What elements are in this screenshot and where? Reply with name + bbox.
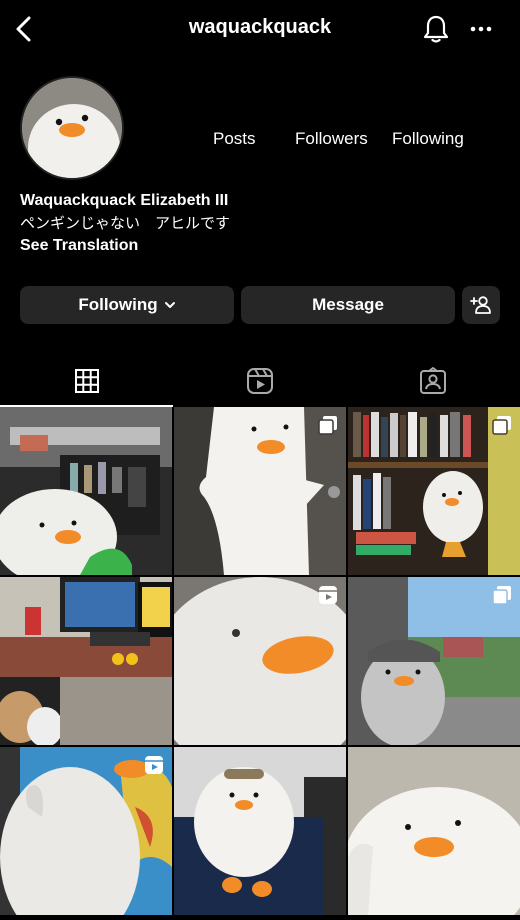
- post-image: [0, 407, 172, 575]
- suggested-users-button[interactable]: [462, 286, 500, 324]
- profile-bio: Waquackquack Elizabeth III ペンギンじゃない アヒルで…: [20, 190, 500, 257]
- tab-tagged[interactable]: [346, 356, 519, 406]
- post-image: [0, 577, 172, 745]
- grid-icon: [74, 369, 99, 393]
- post-thumbnail[interactable]: [0, 747, 172, 915]
- message-button-label: Message: [312, 295, 384, 314]
- tab-reels[interactable]: [173, 356, 346, 406]
- posts-grid: [0, 407, 520, 915]
- bio-text: ペンギンじゃない アヒルです: [20, 214, 231, 232]
- top-bar: waquackquack: [0, 0, 520, 58]
- more-options-icon[interactable]: [468, 18, 494, 40]
- reels-icon: [246, 368, 273, 394]
- post-thumbnail[interactable]: [174, 747, 346, 915]
- post-thumbnail[interactable]: [348, 407, 520, 575]
- following-button-label: Following: [78, 295, 158, 314]
- reel-icon: [145, 756, 163, 774]
- post-thumbnail[interactable]: [348, 747, 520, 915]
- post-thumbnail[interactable]: [174, 577, 346, 745]
- following-stat-label[interactable]: Following: [392, 129, 464, 149]
- followers-stat-label[interactable]: Followers: [295, 129, 368, 149]
- bell-icon[interactable]: [421, 14, 451, 44]
- tab-posts-grid[interactable]: [0, 356, 173, 406]
- carousel-icon: [492, 416, 511, 435]
- post-thumbnail[interactable]: [348, 577, 520, 745]
- following-button[interactable]: Following: [20, 286, 234, 324]
- post-thumbnail[interactable]: [174, 407, 346, 575]
- tagged-icon: [419, 367, 446, 394]
- profile-avatar[interactable]: [20, 76, 124, 180]
- reel-icon: [319, 586, 337, 604]
- carousel-icon: [492, 586, 511, 605]
- display-name: Waquackquack Elizabeth III: [20, 192, 229, 209]
- profile-tabs: [0, 356, 520, 408]
- see-translation-link[interactable]: See Translation: [20, 234, 500, 257]
- post-image: [174, 747, 346, 915]
- message-button[interactable]: Message: [241, 286, 455, 324]
- post-image: [348, 747, 520, 915]
- post-thumbnail[interactable]: [0, 577, 172, 745]
- carousel-icon: [318, 416, 337, 435]
- add-user-icon: [470, 296, 491, 314]
- post-thumbnail[interactable]: [0, 407, 172, 575]
- chevron-down-icon: [164, 302, 175, 308]
- posts-stat-label[interactable]: Posts: [213, 129, 256, 149]
